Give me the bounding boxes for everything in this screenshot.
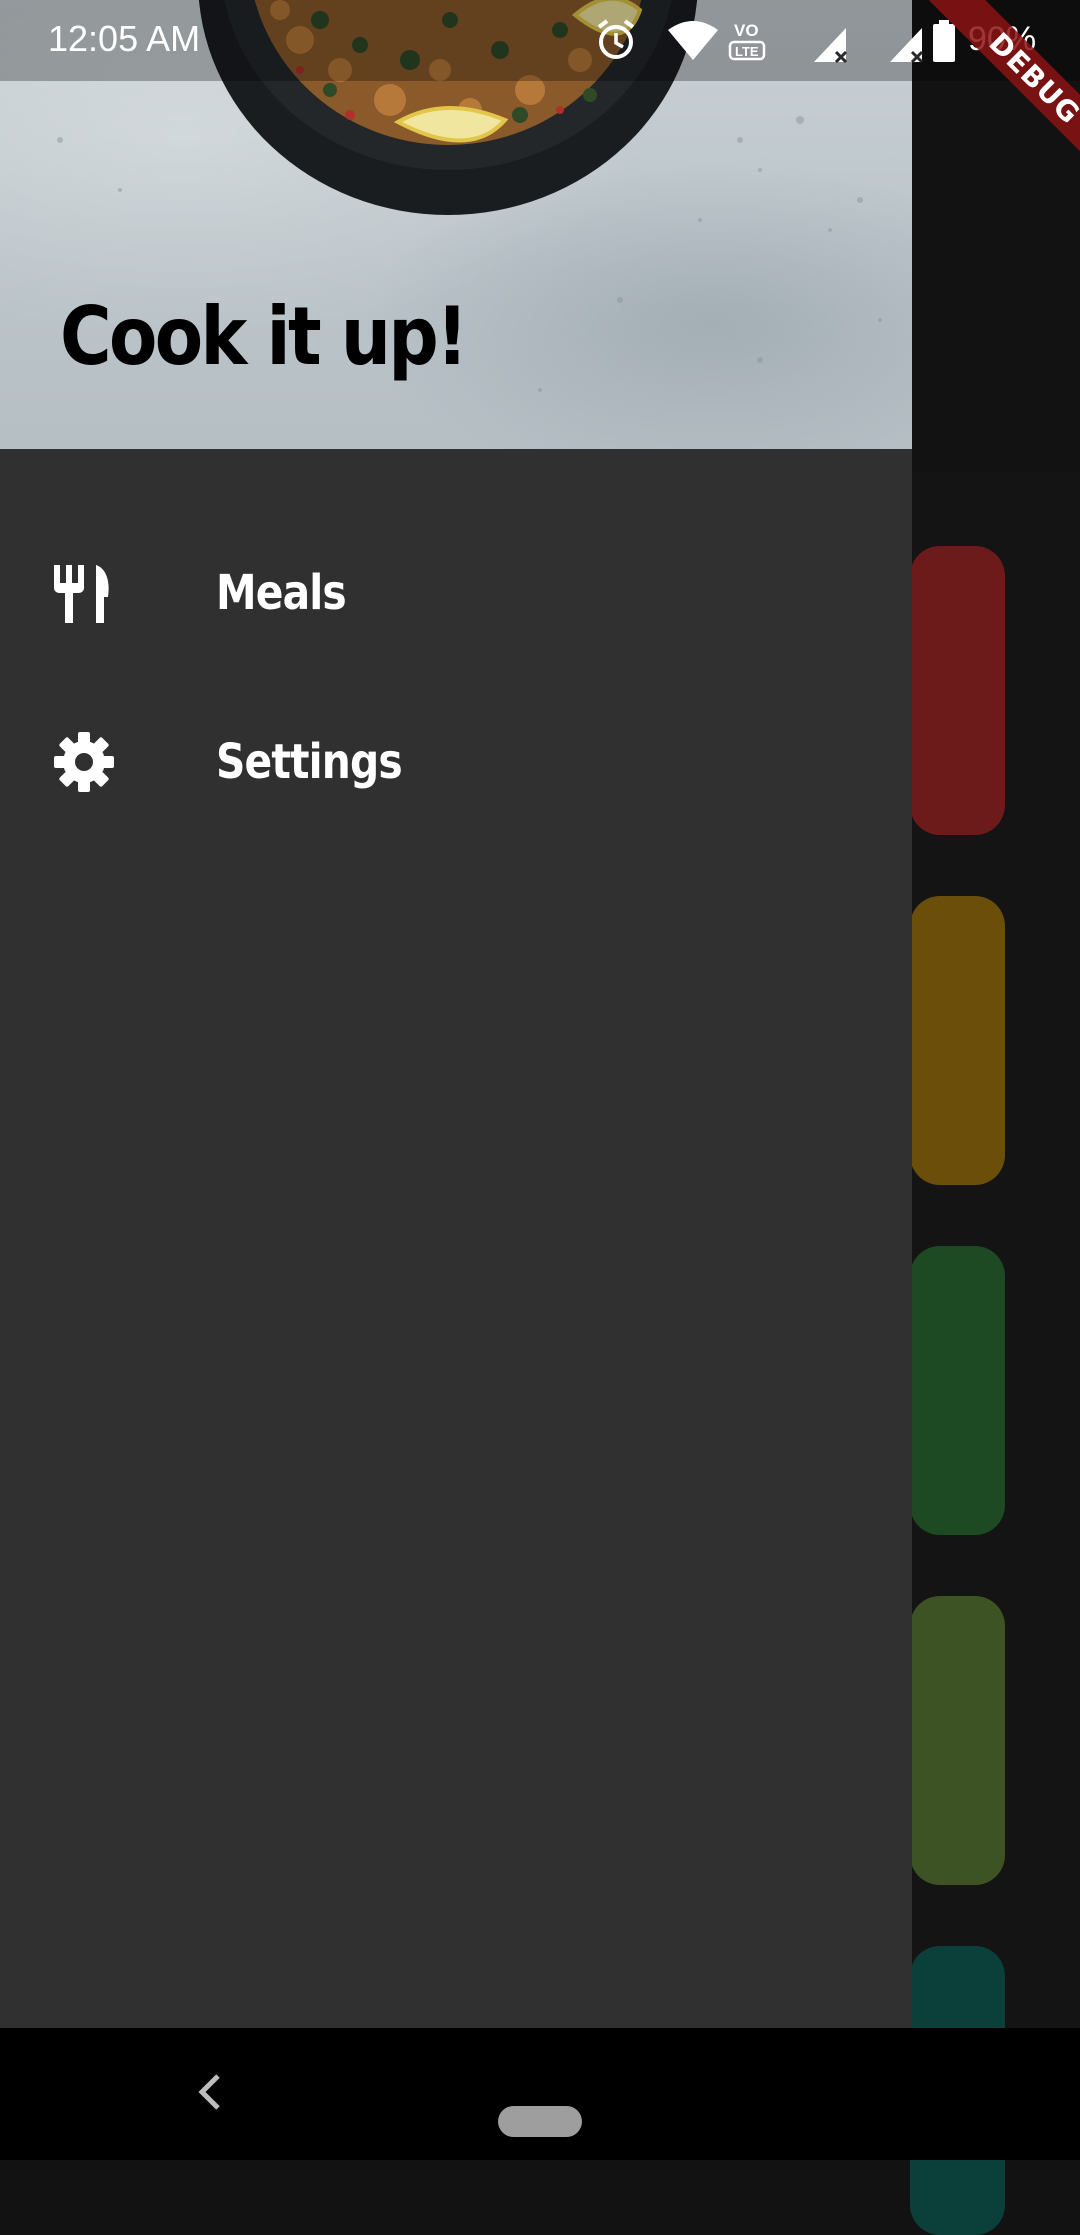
- drawer-item-settings[interactable]: Settings: [0, 682, 912, 842]
- category-tile[interactable]: [910, 896, 1005, 1185]
- drawer-title: Cook it up!: [60, 290, 468, 383]
- system-navigation-bar: [0, 2028, 1080, 2160]
- drawer-item-label: Meals: [216, 565, 347, 621]
- drawer-item-meals[interactable]: Meals: [0, 513, 912, 673]
- drawer-item-label: Settings: [216, 734, 403, 790]
- debug-banner: DEBUG: [890, 0, 1080, 190]
- debug-label: DEBUG: [982, 25, 1080, 131]
- wifi-icon: [668, 21, 718, 60]
- settings-icon: [54, 732, 114, 792]
- back-icon[interactable]: [190, 2068, 230, 2116]
- category-tile[interactable]: [910, 1246, 1005, 1535]
- status-time: 12:05 AM: [48, 18, 201, 59]
- home-pill[interactable]: [498, 2106, 582, 2137]
- category-tile[interactable]: [910, 1596, 1005, 1885]
- alarm-icon: [597, 19, 635, 59]
- volte-icon: VO LTE: [728, 21, 766, 61]
- category-tile[interactable]: [910, 546, 1005, 835]
- svg-text:VO: VO: [734, 21, 759, 40]
- signal-icon: [814, 28, 848, 64]
- debug-ribbon: DEBUG: [904, 0, 1080, 190]
- restaurant-icon: [54, 565, 109, 623]
- navigation-drawer: Cook it up! Meals Settings: [0, 0, 912, 2028]
- svg-text:LTE: LTE: [735, 44, 759, 59]
